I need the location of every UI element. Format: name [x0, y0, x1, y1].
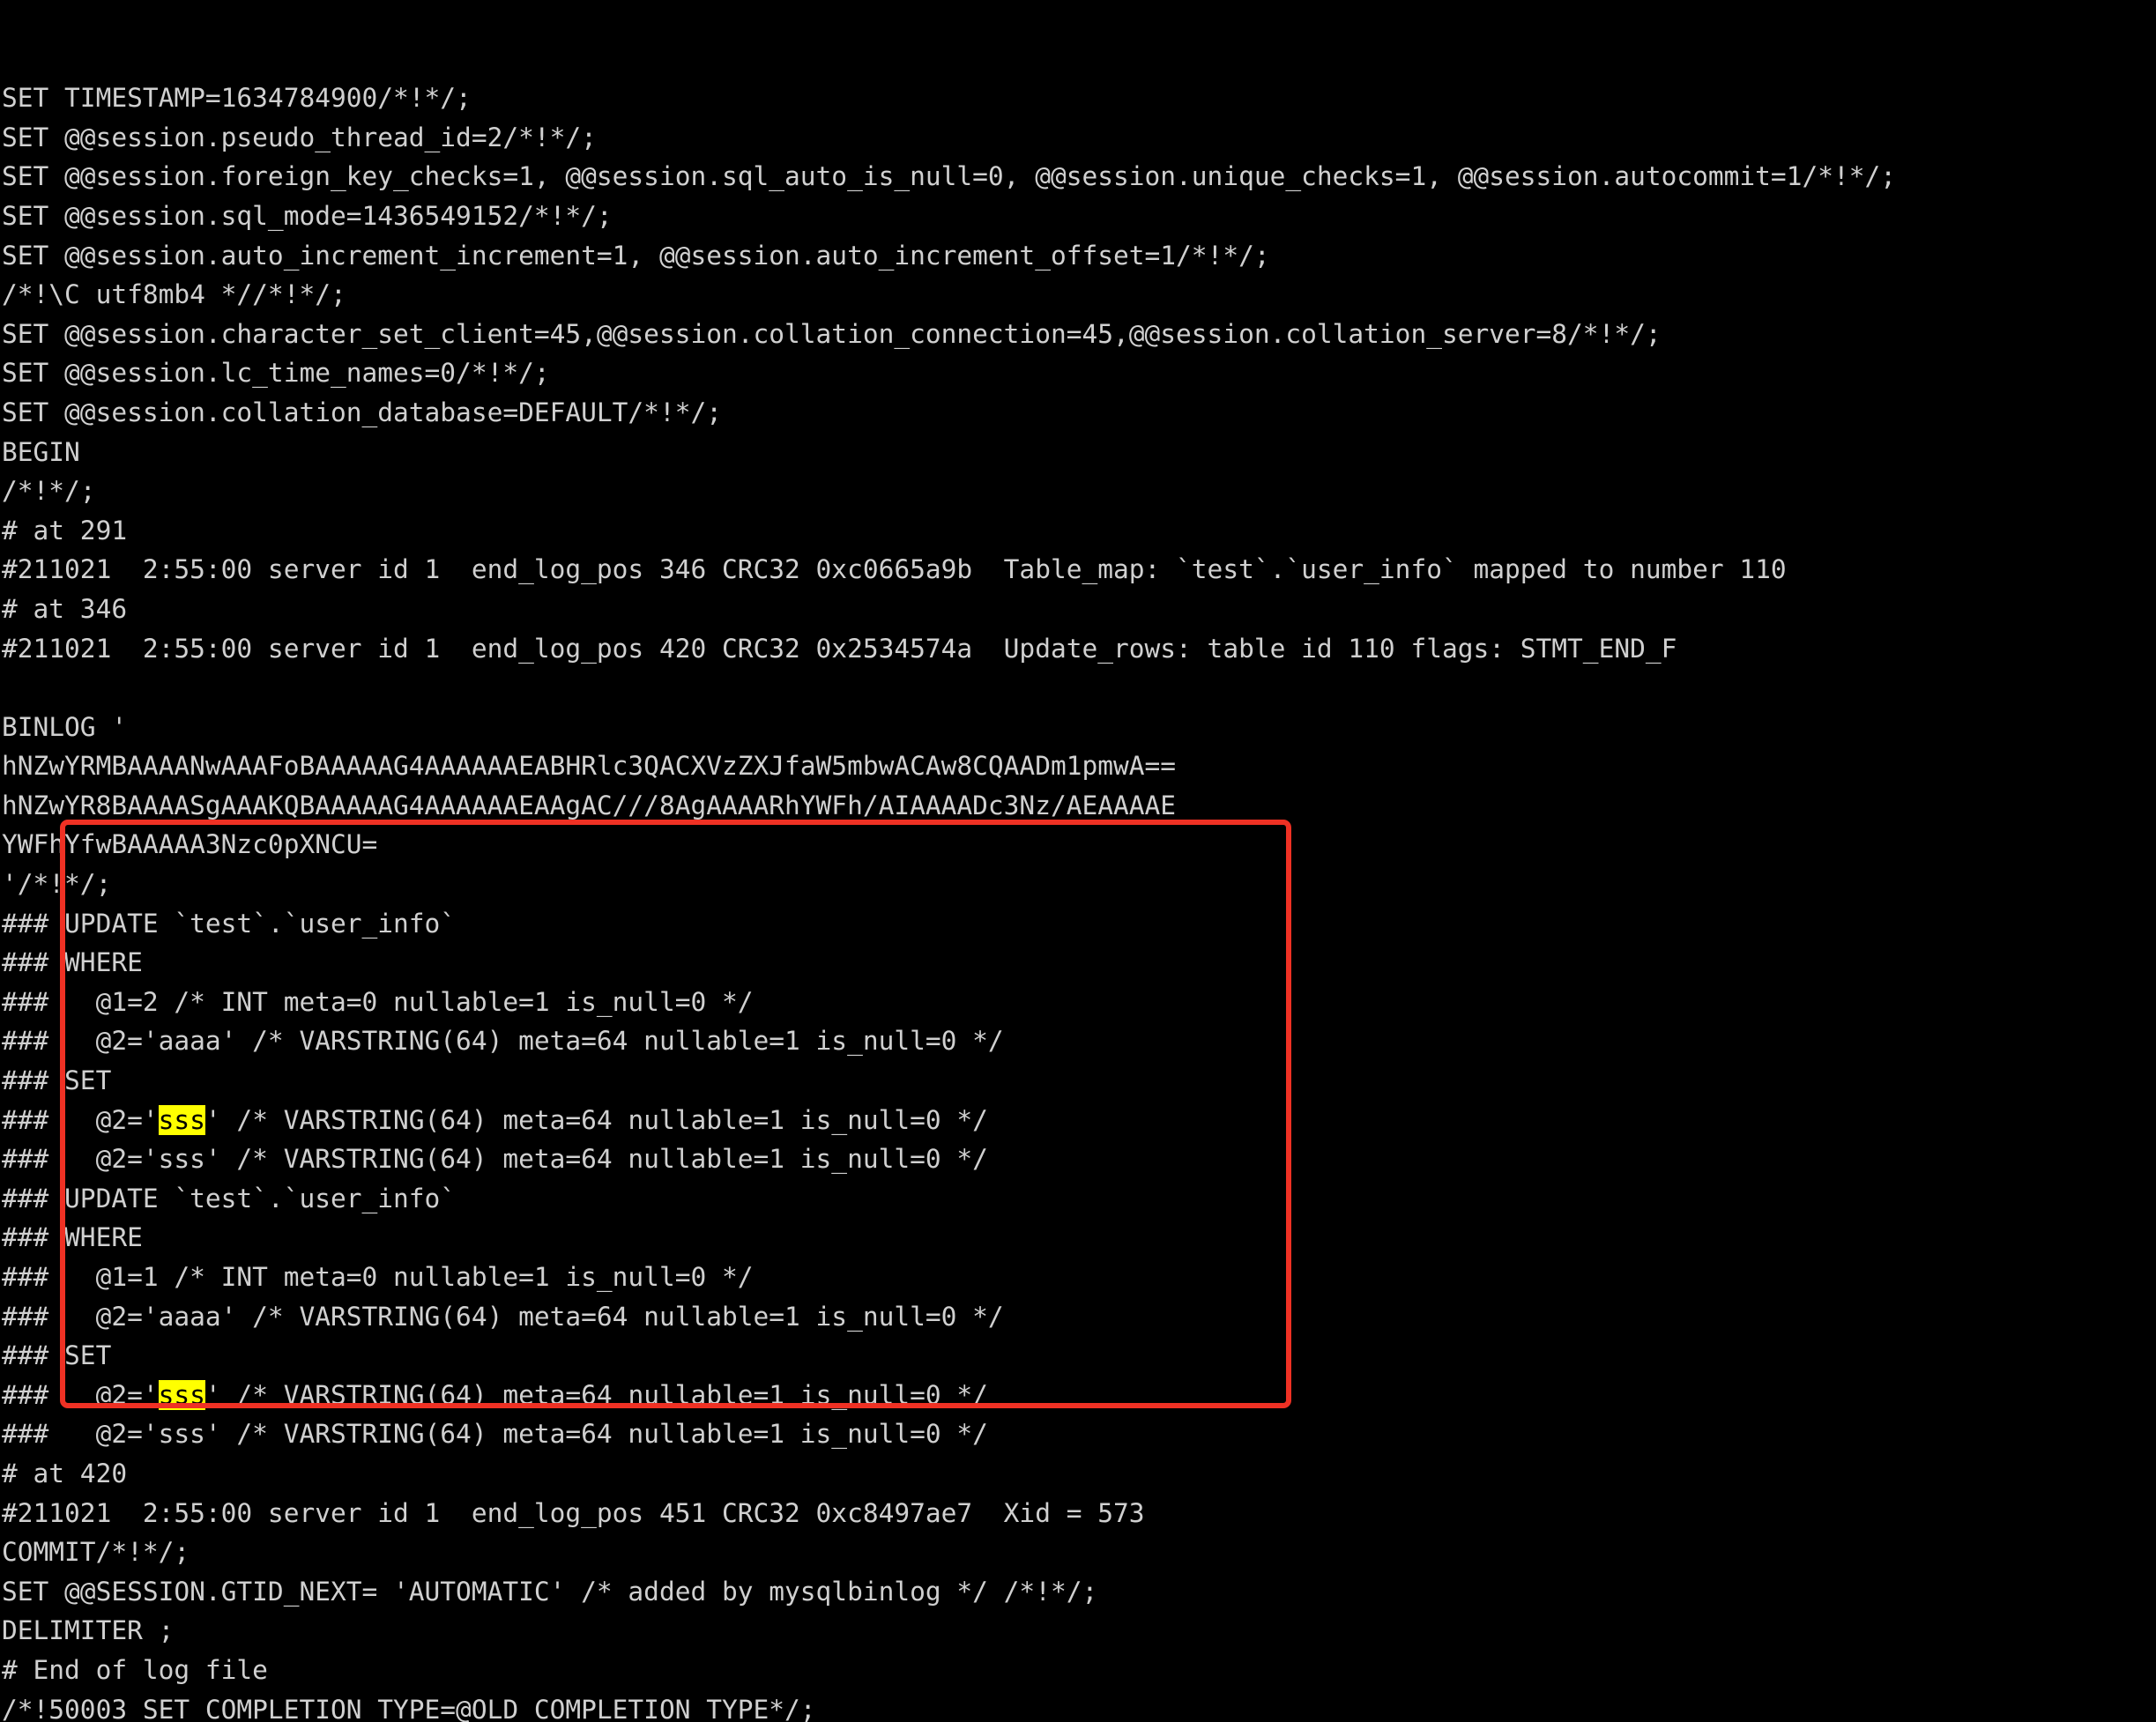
terminal-line: ### WHERE — [2, 1222, 143, 1253]
terminal-line: SET @@session.collation_database=DEFAULT… — [2, 397, 722, 427]
terminal-output[interactable]: SET TIMESTAMP=1634784900/*!*/; SET @@sess… — [0, 0, 2156, 1722]
terminal-lines: SET TIMESTAMP=1634784900/*!*/; SET @@sess… — [0, 78, 2156, 1722]
terminal-line: SET @@session.pseudo_thread_id=2/*!*/; — [2, 122, 597, 152]
terminal-line: SET @@session.character_set_client=45,@@… — [2, 318, 1662, 349]
terminal-line: SET @@SESSION.GTID_NEXT= 'AUTOMATIC' /* … — [2, 1576, 1098, 1607]
terminal-line: ### @2='sss' /* VARSTRING(64) meta=64 nu… — [0, 1101, 2156, 1140]
terminal-line: BEGIN — [2, 436, 80, 467]
terminal-line: SET @@session.lc_time_names=0/*!*/; — [2, 358, 550, 389]
terminal-line: ### @2='sss' /* VARSTRING(64) meta=64 nu… — [2, 1144, 988, 1175]
line-text: ' /* VARSTRING(64) meta=64 nullable=1 is… — [204, 1379, 988, 1410]
terminal-line: /*!50003 SET COMPLETION_TYPE=@OLD_COMPLE… — [2, 1694, 816, 1722]
terminal-line: ### SET — [2, 1065, 112, 1096]
terminal-line: SET TIMESTAMP=1634784900/*!*/; — [2, 83, 472, 114]
terminal-line: ### @1=1 /* INT meta=0 nullable=1 is_nul… — [2, 1262, 754, 1292]
terminal-line: SET @@session.foreign_key_checks=1, @@se… — [2, 161, 1897, 192]
terminal-line: /*!*/; — [2, 476, 96, 507]
terminal-line: #211021 2:55:00 server id 1 end_log_pos … — [2, 554, 1787, 585]
terminal-line: # at 291 — [2, 515, 128, 546]
terminal-line: ### @2='aaaa' /* VARSTRING(64) meta=64 n… — [2, 1026, 1004, 1057]
line-text: ### @2=' — [2, 1104, 159, 1135]
terminal-line: # at 346 — [2, 593, 128, 624]
terminal-line: ### WHERE — [2, 947, 143, 978]
terminal-line: ### @2='sss' /* VARSTRING(64) meta=64 nu… — [2, 1419, 988, 1450]
terminal-line: /*!\C utf8mb4 *//*!*/; — [2, 279, 346, 310]
terminal-line: ### SET — [2, 1340, 112, 1371]
terminal-line: YWFhYfwBAAAAA3Nzc0pXNCU= — [2, 829, 378, 860]
terminal-line: SET @@session.auto_increment_increment=1… — [2, 240, 1270, 271]
terminal-line: ### UPDATE `test`.`user_info` — [2, 1183, 457, 1214]
terminal-line: #211021 2:55:00 server id 1 end_log_pos … — [2, 633, 1677, 664]
line-text: ### @2=' — [2, 1379, 159, 1410]
line-text: ' /* VARSTRING(64) meta=64 nullable=1 is… — [204, 1104, 988, 1135]
terminal-line: '/*!*/; — [2, 869, 112, 900]
terminal-line: #211021 2:55:00 server id 1 end_log_pos … — [2, 1497, 1145, 1528]
terminal-line: ### UPDATE `test`.`user_info` — [2, 908, 457, 939]
terminal-line: COMMIT/*!*/; — [2, 1537, 190, 1568]
highlighted-value: sss — [158, 1379, 205, 1410]
terminal-line: BINLOG ' — [2, 711, 128, 742]
highlighted-value: sss — [158, 1104, 205, 1135]
terminal-line: ### @2='sss' /* VARSTRING(64) meta=64 nu… — [0, 1376, 2156, 1415]
terminal-line: # End of log file — [2, 1654, 268, 1685]
terminal-line: SET @@session.sql_mode=1436549152/*!*/; — [2, 200, 613, 231]
terminal-line: ### @1=2 /* INT meta=0 nullable=1 is_nul… — [2, 986, 754, 1017]
terminal-line: hNZwYRMBAAAANwAAAFoBAAAAAG4AAAAAAEABHRlc… — [2, 751, 1177, 782]
terminal-line: hNZwYR8BAAAASgAAAKQBAAAAAG4AAAAAAEAAgAC/… — [2, 790, 1177, 820]
terminal-line: # at 420 — [2, 1458, 128, 1488]
terminal-line: ### @2='aaaa' /* VARSTRING(64) meta=64 n… — [2, 1301, 1004, 1332]
terminal-line: DELIMITER ; — [2, 1615, 175, 1646]
